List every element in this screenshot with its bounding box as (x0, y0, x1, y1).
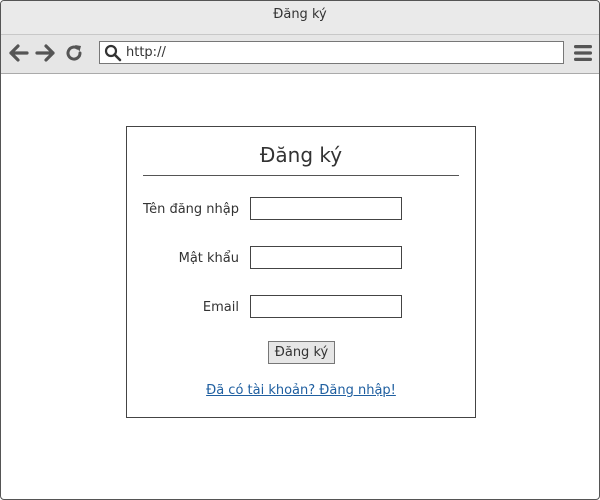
address-bar[interactable]: http:// (99, 41, 564, 64)
reload-icon[interactable] (64, 43, 84, 63)
password-label: Mật khẩu (178, 251, 239, 266)
register-form: Đăng ký Tên đăng nhập Mật khẩu Email Đăn… (126, 126, 476, 418)
username-label: Tên đăng nhập (142, 202, 239, 217)
login-link[interactable]: Đã có tài khoản? Đăng nhập! (127, 383, 475, 398)
address-bar-url: http:// (126, 45, 166, 60)
search-icon (104, 44, 122, 62)
forward-icon[interactable] (35, 43, 55, 63)
hamburger-menu-icon[interactable] (573, 43, 593, 63)
back-icon[interactable] (9, 43, 29, 63)
form-title: Đăng ký (259, 143, 343, 167)
window-title: Đăng ký (273, 7, 327, 22)
register-button[interactable]: Đăng ký (268, 341, 335, 364)
email-label: Email (202, 300, 239, 315)
window-titlebar: Đăng ký (1, 1, 599, 35)
browser-toolbar: http:// (1, 35, 599, 74)
username-input[interactable] (250, 197, 402, 220)
email-input[interactable] (250, 295, 402, 318)
browser-window: Đăng ký http:// Đăng ký Tên đăng nhập Mậ… (0, 0, 600, 500)
password-input[interactable] (250, 246, 402, 269)
title-divider (143, 175, 459, 176)
